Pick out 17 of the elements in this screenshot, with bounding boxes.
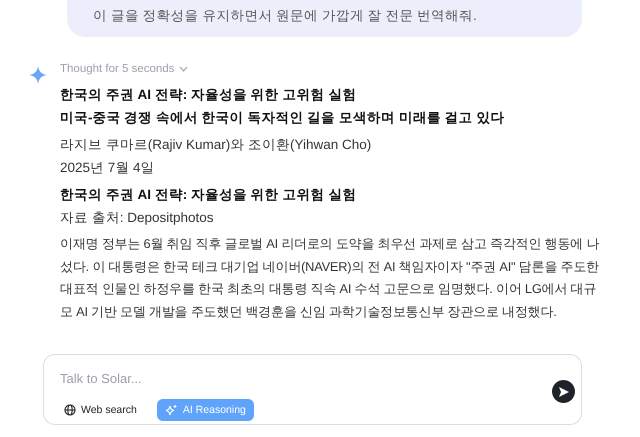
article-heading: 한국의 주권 AI 전략: 자율성을 위한 고위험 실험 xyxy=(60,186,358,204)
article-paragraph: 이재명 정부는 6월 취임 직후 글로벌 AI 리더로의 도약을 최우선 과제로 삼고 즉각적인 행동에 나섰다. 이 대통령은 한국 테크 대기업 네이버(NAVER)의 전 AI 책임자이자 "주권 AI" 담론을 주도한 대표적 인물인 하정우를 한국 최초의 대통령 직속 AI 수석 고문으로 임명했다. 이어 LG에서 대규모 AI 기반 모델 개발을 주도했던 백경훈을 신임 과학기술정보통신부 장관으로 내정했다. xyxy=(60,235,600,320)
send-button[interactable] xyxy=(552,380,575,403)
send-icon xyxy=(558,386,570,398)
globe-icon xyxy=(64,404,76,416)
article-meta: 라지브 쿠마르(Rajiv Kumar)와 조이환(Yihwan Cho) xyxy=(60,136,372,154)
article-heading: 한국의 주권 AI 전략: 자율성을 위한 고위험 실험 xyxy=(60,86,358,104)
user-message: 이 글을 정확성을 유지하면서 원문에 가깝게 잘 전문 번역해줘. xyxy=(93,8,477,23)
message-input[interactable]: Talk to Solar... xyxy=(60,371,360,386)
thought-toggle[interactable]: Thought for 5 seconds xyxy=(60,63,188,75)
mode-toggle[interactable]: Web search xyxy=(56,399,145,421)
article-meta: 2025년 7월 4일 xyxy=(60,159,156,177)
sparkle-icon xyxy=(29,66,47,84)
sparkle-icon xyxy=(164,404,178,416)
article-heading: 미국-중국 경쟁 속에서 한국이 독자적인 길을 모색하며 미래를 걸고 있다 xyxy=(60,109,506,127)
article-meta: 자료 출처: Depositphotos xyxy=(60,209,215,227)
mode-toggle[interactable]: AI Reasoning xyxy=(156,399,254,421)
